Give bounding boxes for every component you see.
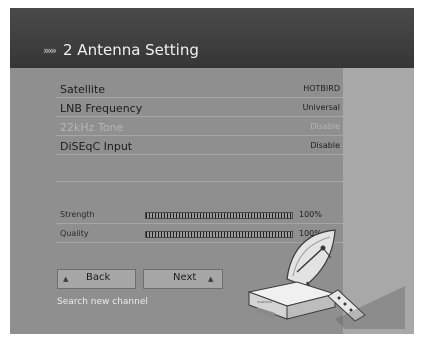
setting-label: LNB Frequency — [60, 102, 143, 115]
back-button[interactable]: ▲ Back — [57, 269, 136, 289]
strength-bar-fill — [146, 213, 292, 218]
status-text: Search new channel — [57, 297, 148, 307]
strength-label: Strength — [60, 210, 95, 219]
header-bar: ››››› 2 Antenna Setting — [10, 8, 414, 68]
svg-text:▭▭▭▭: ▭▭▭▭ — [257, 299, 272, 304]
next-button-label: Next — [173, 272, 197, 283]
setting-row-diseqc-input[interactable]: DiSEqC Input Disable — [56, 138, 344, 155]
setting-value: Universal — [302, 103, 340, 112]
setting-row-22khz-tone: 22kHz Tone Disable — [56, 119, 344, 136]
setting-label: DiSEqC Input — [60, 140, 133, 153]
setting-row-satellite[interactable]: Satellite HOTBIRD — [56, 81, 344, 98]
strength-percent: 100% — [299, 210, 322, 219]
page-title: 2 Antenna Setting — [63, 41, 199, 59]
up-arrow-icon: ▲ — [208, 275, 214, 283]
title-area: ››››› 2 Antenna Setting — [43, 41, 199, 59]
next-button[interactable]: Next ▲ — [143, 269, 223, 289]
setting-value: Disable — [310, 122, 340, 131]
strength-bar — [145, 212, 293, 219]
empty-row — [56, 157, 344, 182]
satellite-receiver-illustration: ▭▭▭▭ — [247, 229, 405, 329]
receiver-box-icon: ▭▭▭▭ — [247, 281, 337, 320]
back-button-label: Back — [86, 272, 111, 283]
strength-meter-row: Strength 100% — [56, 207, 344, 224]
tv-screen: ››››› 2 Antenna Setting Satellite HOTBIR… — [10, 8, 414, 334]
setting-label: Satellite — [60, 83, 106, 96]
up-arrow-icon: ▲ — [63, 275, 69, 283]
chevrons-icon: ››››› — [43, 43, 57, 57]
quality-label: Quality — [60, 229, 89, 238]
setting-row-lnb-frequency[interactable]: LNB Frequency Universal — [56, 100, 344, 117]
setting-value: HOTBIRD — [303, 84, 340, 93]
setting-label: 22kHz Tone — [60, 121, 124, 134]
setting-value: Disable — [310, 141, 340, 150]
